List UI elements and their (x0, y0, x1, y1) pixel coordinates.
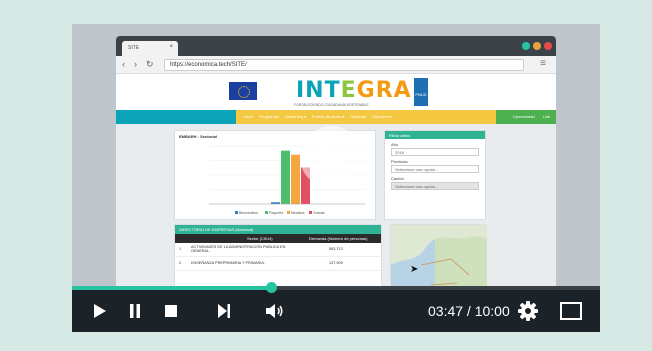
directory-table-card: DIRECTORIO DE EMPRESAS (Nacional) Sector… (174, 224, 382, 286)
legend-swatch (265, 211, 268, 214)
site-nav-items: Inicio Programas Screening ▾ Fuente de d… (244, 114, 391, 119)
hamburger-menu-icon: ≡ (540, 58, 546, 69)
logo-part-2: E (340, 78, 357, 103)
legend-label: Grande (313, 211, 325, 215)
nav-item: Inicio (244, 114, 254, 119)
logo-subtitle: FORTALECIENDO CIUDADANÍA SOSTENIBLE (294, 103, 369, 107)
row-number: 1 (179, 247, 182, 251)
filter-card: Filtrar datos Año 2018 Provincia Selecci… (384, 130, 486, 220)
window-dot-green (522, 42, 530, 50)
legend-swatch (235, 211, 238, 214)
nav-item: Oportunidad (512, 114, 535, 119)
url-bar: https://economica.tech/SITE/ (164, 59, 524, 71)
video-frame[interactable]: SITE × ‹ › ↻ https://economica.tech/SITE… (72, 24, 600, 286)
forward-icon: › (134, 59, 137, 69)
col-demand-header: Demanda (Número de personas) (309, 236, 368, 241)
fullscreen-icon[interactable] (560, 302, 582, 320)
window-dot-red (544, 42, 552, 50)
legend-label: Pequeña (269, 211, 283, 215)
player-controls: 03:47 / 10:00 (72, 290, 600, 332)
province-select: Seleccione una opción... (391, 165, 479, 173)
table-header-row: Sector (CIIU4) Demanda (Número de person… (175, 234, 381, 243)
video-player[interactable]: SITE × ‹ › ↻ https://economica.tech/SITE… (72, 24, 600, 332)
integra-logo: INTEGRA (296, 78, 412, 103)
address-row: ‹ › ↻ https://economica.tech/SITE/ ≡ (116, 56, 556, 74)
legend-swatch (309, 211, 312, 214)
nav-item: Screening ▾ (284, 114, 307, 119)
year-label: Año (391, 142, 399, 147)
row-demand: 563,713 (329, 247, 343, 251)
browser-tabbar: SITE × (116, 36, 556, 56)
chart-bar (281, 150, 290, 204)
logo-part-1: INT (296, 78, 341, 103)
close-icon: × (169, 44, 173, 50)
table-row: 1 ACTIVIDADES DE LA ADMINISTRACIÓN PÚBLI… (175, 243, 381, 257)
filter-title: Filtrar datos (385, 131, 485, 139)
logo-part-3: GRA (356, 78, 412, 103)
reload-icon: ↻ (146, 59, 154, 69)
nav-item: Programas (259, 114, 279, 119)
pause-icon[interactable] (130, 304, 140, 318)
volume-icon[interactable] (266, 303, 284, 319)
chart-bar (271, 202, 280, 204)
row-number: 2 (179, 261, 182, 265)
map-card (390, 224, 487, 286)
row-demand: 137,909 (329, 261, 343, 265)
legend-label: Mediana (291, 211, 304, 215)
row-sector: ENSEÑANZA PREPRIMARIA Y PRIMARIA. (191, 261, 265, 265)
col-sector-header: Sector (CIIU4) (247, 236, 273, 241)
window-dot-orange (533, 42, 541, 50)
browser-tab: SITE × (122, 41, 178, 56)
browser-tab-title: SITE (128, 45, 140, 51)
site-nav: Inicio Programas Screening ▾ Fuente de d… (116, 110, 556, 124)
stop-icon[interactable] (165, 305, 177, 317)
nav-item: Link (542, 114, 550, 119)
play-icon[interactable] (94, 304, 106, 318)
next-icon[interactable] (218, 304, 230, 318)
settings-gear-icon[interactable] (518, 301, 538, 321)
undp-label: PNUD (415, 92, 427, 97)
mouse-cursor-icon: ➤ (410, 264, 419, 275)
nav-item: Fuente de datos ▾ (312, 114, 345, 119)
eu-flag-logo (228, 81, 258, 101)
nav-item: Reportes ▾ (372, 114, 392, 119)
province-label: Provincia (391, 159, 408, 164)
chart-bar (291, 154, 300, 204)
site-header: INTEGRA FORTALECIENDO CIUDADANÍA SOSTENI… (116, 74, 556, 110)
canton-label: Cantón (391, 176, 404, 181)
map-image (391, 225, 487, 286)
site-nav-right: Oportunidad Link (513, 114, 550, 119)
time-display: 03:47 / 10:00 (428, 303, 510, 319)
legend-swatch (287, 211, 290, 214)
legend-label: Bienvenidos (239, 211, 258, 215)
table-row: 2 ENSEÑANZA PREPRIMARIA Y PRIMARIA. 137,… (175, 257, 381, 271)
row-sector: ACTIVIDADES DE LA ADMINISTRACIÓN PÚBLICA… (191, 245, 286, 253)
table-title: DIRECTORIO DE EMPRESAS (Nacional) (175, 225, 381, 234)
nav-item: Contexto (350, 114, 367, 119)
big-play-button[interactable] (300, 126, 362, 188)
year-select: 2018 (391, 148, 479, 156)
canton-select: Seleccione una opción... (391, 182, 479, 190)
undp-logo: PNUD (414, 78, 428, 106)
back-icon: ‹ (122, 59, 125, 69)
